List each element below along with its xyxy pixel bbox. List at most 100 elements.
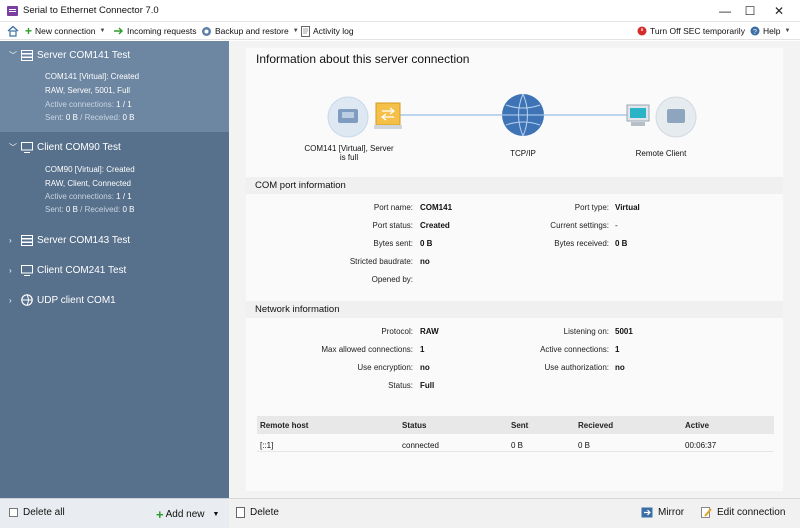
mirror-button[interactable]: Mirror — [641, 507, 684, 518]
serial-device-icon — [374, 102, 402, 129]
help-icon: ? — [750, 26, 760, 36]
sidebar-item-server-com143[interactable]: › Server COM143 Test — [9, 232, 130, 248]
connection-sidebar: ﹀ Server COM141 Test COM141 [Virtual]: C… — [0, 41, 229, 498]
sidebar-item-label: Server COM141 Test — [37, 49, 131, 61]
power-off-icon — [637, 26, 647, 36]
sidebar-item-udp-client-com1[interactable]: › UDP client COM1 — [9, 292, 116, 308]
protocol-label: Protocol: — [381, 327, 413, 336]
sidebar-item-server-com141[interactable]: ﹀ Server COM141 Test COM141 [Virtual]: C… — [0, 41, 229, 132]
remote-endpoint-label: Remote Client — [635, 149, 687, 158]
chevron-right-icon[interactable]: › — [9, 266, 21, 275]
activity-log-button[interactable]: Activity log — [301, 24, 354, 38]
chevron-right-icon[interactable]: › — [9, 296, 21, 305]
new-connection-button[interactable]: + New connection ▼ — [25, 24, 105, 38]
sidebar-action-bar: Delete all + Add new ▼ — [0, 498, 229, 528]
topology-diagram — [327, 93, 697, 138]
detail-line: COM90 [Virtual]: Created — [45, 165, 135, 174]
local-endpoint-label: COM141 [Virtual], Server is full — [304, 144, 394, 162]
close-button[interactable]: ✕ — [764, 0, 794, 22]
delete-all-button[interactable]: Delete all — [9, 507, 65, 518]
add-new-button[interactable]: + Add new ▼ — [156, 507, 219, 522]
network-label: TCP/IP — [510, 149, 536, 158]
cell-status: connected — [402, 441, 439, 450]
com-port-icon — [327, 96, 369, 138]
client-monitor-icon — [21, 264, 33, 276]
status-label: Status: — [388, 381, 413, 390]
network-section-header: Network information — [246, 301, 783, 318]
chevron-down-icon[interactable]: ﹀ — [9, 142, 21, 153]
detail-line: RAW, Client, Connected — [45, 179, 131, 188]
max-allowed-connections-label: Max allowed connections: — [321, 345, 413, 354]
home-icon — [7, 25, 19, 37]
app-logo-icon — [7, 6, 18, 16]
info-panel: Information about this server connection — [246, 48, 783, 491]
traffic-line: Sent: 0 B / Received: 0 B — [45, 205, 135, 214]
remote-client-icon — [626, 96, 697, 138]
column-header-sent[interactable]: Sent — [511, 421, 528, 430]
incoming-requests-button[interactable]: Incoming requests — [113, 24, 196, 38]
window-title: Serial to Ethernet Connector 7.0 — [23, 5, 159, 16]
chevron-right-icon[interactable]: › — [9, 236, 21, 245]
max-allowed-connections-value: 1 — [420, 345, 425, 354]
title-bar: Serial to Ethernet Connector 7.0 — ☐ ✕ — [0, 0, 800, 22]
cell-received: 0 B — [578, 441, 591, 450]
sidebar-item-client-com90[interactable]: ﹀ Client COM90 Test COM90 [Virtual]: Cre… — [0, 132, 229, 222]
bytes-received-label: Bytes received: — [554, 239, 609, 248]
sidebar-item-label: Client COM241 Test — [37, 264, 127, 276]
main-action-bar: Delete Mirror Edit connection — [229, 498, 800, 528]
turn-off-sec-button[interactable]: Turn Off SEC temporarily — [637, 24, 745, 38]
column-header-active[interactable]: Active — [685, 421, 709, 430]
current-settings-label: Current settings: — [550, 221, 609, 230]
listening-on-label: Listening on: — [563, 327, 609, 336]
active-connections-value: 1 — [615, 345, 620, 354]
port-name-label: Port name: — [373, 203, 413, 212]
cell-remote-host: [::1] — [260, 441, 274, 450]
mirror-icon — [641, 507, 653, 518]
column-header-received[interactable]: Recieved — [578, 421, 613, 430]
column-header-status[interactable]: Status — [402, 421, 426, 430]
sidebar-item-label: Client COM90 Test — [37, 141, 121, 153]
server-icon — [21, 49, 33, 61]
tcp-ip-globe-icon — [502, 93, 544, 137]
active-connections-label: Active connections: — [540, 345, 609, 354]
chevron-down-icon[interactable]: ﹀ — [9, 50, 21, 61]
plus-icon: + — [156, 507, 164, 522]
use-encryption-label: Use encryption: — [357, 363, 413, 372]
opened-by-label: Opened by: — [371, 275, 413, 284]
cell-sent: 0 B — [511, 441, 524, 450]
edit-connection-button[interactable]: Edit connection — [701, 507, 785, 518]
listening-on-value: 5001 — [615, 327, 633, 336]
incoming-arrow-icon — [114, 27, 123, 35]
chevron-down-icon: ▼ — [212, 511, 220, 518]
bytes-sent-label: Bytes sent: — [373, 239, 413, 248]
column-header-remote-host[interactable]: Remote host — [260, 421, 308, 430]
checkbox-icon — [9, 508, 18, 517]
detail-line: COM141 [Virtual]: Created — [45, 72, 140, 81]
chevron-down-icon: ▼ — [292, 28, 299, 34]
detail-line: RAW, Server, 5001, Full — [45, 86, 131, 95]
document-icon — [301, 25, 310, 37]
page-title: Information about this server connection — [256, 52, 470, 66]
backup-icon — [202, 26, 211, 36]
udp-globe-icon — [21, 294, 33, 306]
home-button[interactable] — [7, 24, 19, 38]
stricted-baudrate-value: no — [420, 257, 430, 266]
use-encryption-value: no — [420, 363, 430, 372]
sidebar-item-label: UDP client COM1 — [37, 294, 116, 306]
delete-button[interactable]: Delete — [236, 507, 279, 518]
chevron-down-icon: ▼ — [99, 28, 106, 34]
remote-connections-table: Remote host Status Sent Recieved Active … — [257, 416, 774, 464]
use-authorization-label: Use authorization: — [544, 363, 609, 372]
bytes-received-value: 0 B — [615, 239, 628, 248]
port-type-value: Virtual — [615, 203, 640, 212]
server-icon — [21, 234, 33, 246]
help-button[interactable]: ? Help ▼ — [750, 24, 790, 38]
stricted-baudrate-label: Stricted baudrate: — [349, 257, 413, 266]
toolbar: + New connection ▼ Incoming requests Bac… — [0, 22, 800, 40]
port-type-label: Port type: — [574, 203, 609, 212]
connection-details: Information about this server connection — [229, 41, 800, 498]
sidebar-item-client-com241[interactable]: › Client COM241 Test — [9, 262, 126, 278]
backup-restore-button[interactable]: Backup and restore ▼ — [201, 24, 299, 38]
maximize-button[interactable]: ☐ — [735, 0, 765, 22]
port-status-label: Port status: — [372, 221, 413, 230]
